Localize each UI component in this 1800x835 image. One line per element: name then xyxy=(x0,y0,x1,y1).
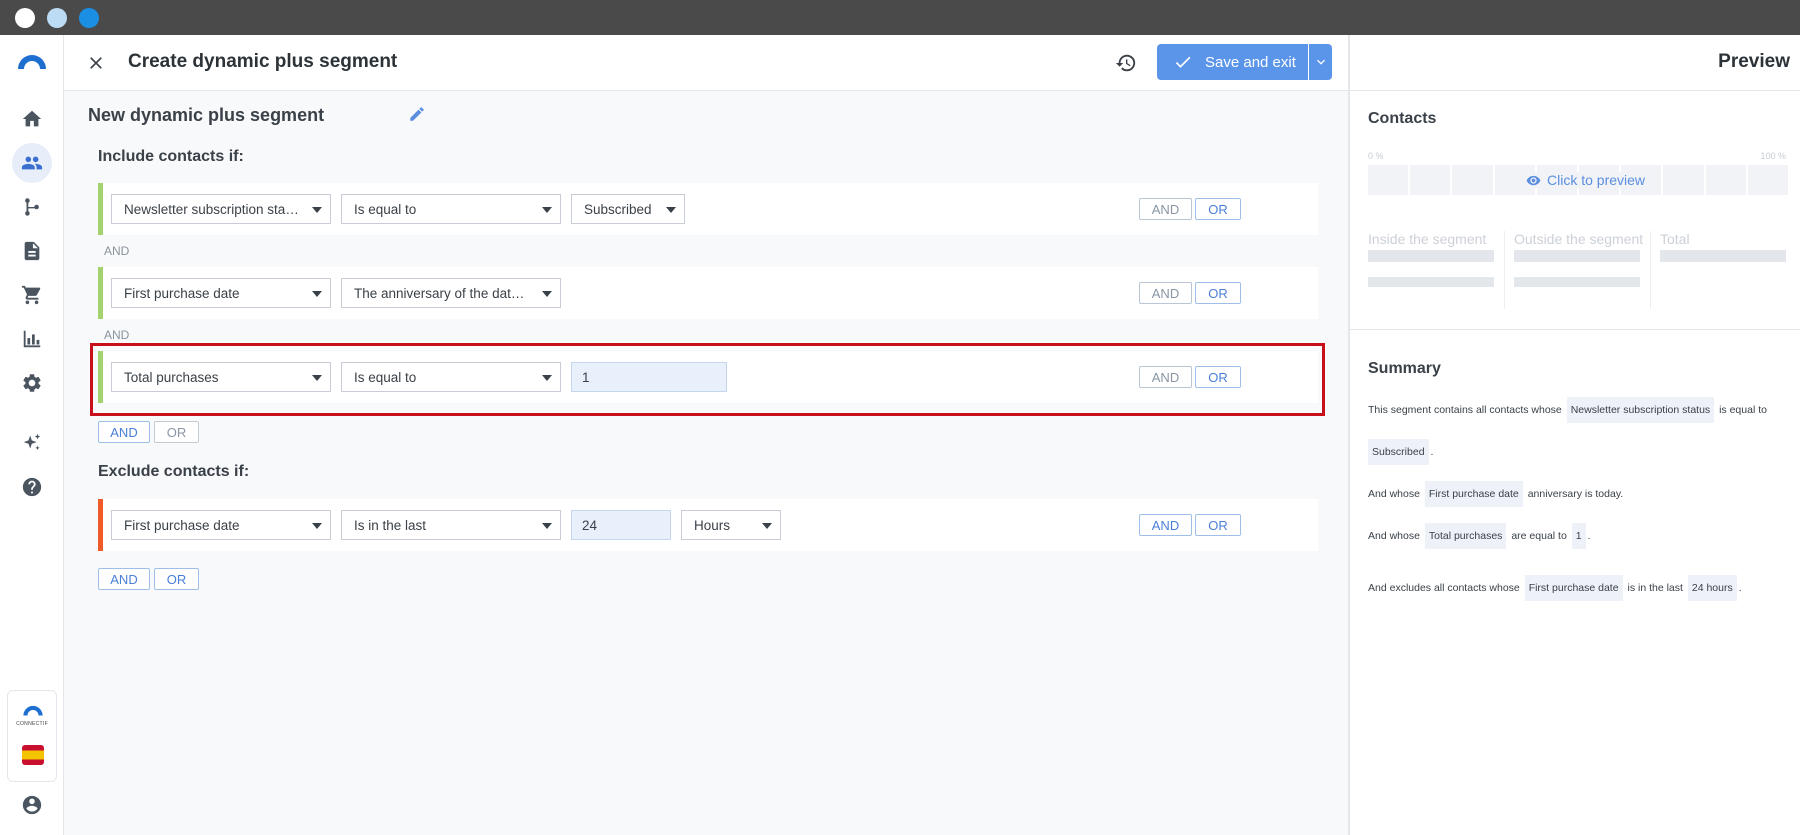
operator-select[interactable]: Is in the last xyxy=(341,510,561,540)
segment-editor: New dynamic plus segment Include contact… xyxy=(64,91,1348,835)
outside-placeholder xyxy=(1514,250,1640,262)
summary-tag: Subscribed xyxy=(1368,439,1429,465)
summary-line: And whose First purchase date anniversar… xyxy=(1368,481,1788,507)
sparkle-icon[interactable] xyxy=(12,423,52,463)
total-placeholder xyxy=(1660,250,1786,262)
edit-icon[interactable] xyxy=(408,105,428,125)
include-section-title: Include contacts if: xyxy=(98,148,244,165)
include-condition-row: First purchase date The anniversary of t… xyxy=(98,267,1318,319)
unit-select[interactable]: Hours xyxy=(681,510,781,540)
field-select[interactable]: Newsletter subscription status xyxy=(111,194,331,224)
content-icon[interactable] xyxy=(12,231,52,271)
inside-placeholder xyxy=(1368,277,1494,287)
operator-select[interactable]: Is equal to xyxy=(341,194,561,224)
summary-line: Subscribed. xyxy=(1368,439,1788,465)
preview-panel: Preview Contacts 0 % 100 % Click to prev… xyxy=(1348,35,1800,835)
operator-select[interactable]: The anniversary of the date is today xyxy=(341,278,561,308)
history-icon[interactable] xyxy=(1112,49,1140,77)
workflow-icon[interactable] xyxy=(12,187,52,227)
check-icon xyxy=(1175,56,1191,68)
or-button[interactable]: OR xyxy=(1195,514,1241,536)
include-or-button[interactable]: OR xyxy=(154,421,199,443)
chevron-down-icon xyxy=(1316,59,1325,65)
percent-min-label: 0 % xyxy=(1368,151,1384,161)
summary-tag: 24 hours xyxy=(1687,575,1737,601)
highlight-box xyxy=(90,343,1325,416)
save-button-label: Save and exit xyxy=(1205,53,1296,71)
outside-segment-label: Outside the segment xyxy=(1514,231,1644,247)
language-flag-icon[interactable] xyxy=(22,745,44,765)
and-separator: AND xyxy=(104,328,130,342)
exclude-section-title: Exclude contacts if: xyxy=(98,463,250,480)
page-title: Create dynamic plus segment xyxy=(128,51,398,72)
window-maximize-dot[interactable] xyxy=(79,8,99,28)
cart-icon[interactable] xyxy=(12,275,52,315)
home-icon[interactable] xyxy=(12,99,52,139)
summary-tag: 1 xyxy=(1571,523,1586,549)
contacts-title: Contacts xyxy=(1368,110,1437,127)
include-condition-row: Newsletter subscription status Is equal … xyxy=(98,183,1318,235)
value-input[interactable]: 24 xyxy=(571,510,671,540)
segment-name: New dynamic plus segment xyxy=(88,105,325,125)
save-options-dropdown[interactable] xyxy=(1309,44,1332,80)
help-icon[interactable] xyxy=(12,467,52,507)
window-close-dot[interactable] xyxy=(15,8,35,28)
field-select[interactable]: First purchase date xyxy=(111,510,331,540)
close-icon[interactable] xyxy=(82,49,110,77)
and-button[interactable]: AND xyxy=(1139,282,1192,304)
include-and-button[interactable]: AND xyxy=(98,421,150,443)
and-button[interactable]: AND xyxy=(1139,198,1192,220)
exclude-condition-row: First purchase date Is in the last 24 Ho… xyxy=(98,499,1318,551)
inside-placeholder xyxy=(1368,250,1494,262)
and-button[interactable]: AND xyxy=(1139,514,1192,536)
account-icon[interactable] xyxy=(12,785,52,825)
and-separator: AND xyxy=(104,244,130,258)
exclude-and-button[interactable]: AND xyxy=(98,568,150,590)
click-to-preview-label: Click to preview xyxy=(1547,172,1646,188)
click-to-preview-button[interactable]: Click to preview xyxy=(1520,172,1652,188)
save-and-exit-button[interactable]: Save and exit xyxy=(1157,44,1308,80)
total-label: Total xyxy=(1660,231,1690,247)
or-button[interactable]: OR xyxy=(1195,282,1241,304)
summary-line: And whose Total purchases are equal to 1… xyxy=(1368,523,1788,549)
analytics-icon[interactable] xyxy=(12,319,52,359)
exclude-or-button[interactable]: OR xyxy=(154,568,199,590)
inside-segment-label: Inside the segment xyxy=(1368,231,1487,247)
app-logo-icon[interactable] xyxy=(12,41,52,81)
editor-header: Create dynamic plus segment Save and exi… xyxy=(64,35,1348,91)
brand-text: CONNECTIF xyxy=(16,721,48,727)
field-select[interactable]: First purchase date xyxy=(111,278,331,308)
settings-icon[interactable] xyxy=(12,363,52,403)
brand-box: CONNECTIF xyxy=(7,690,57,782)
summary-line: This segment contains all contacts whose… xyxy=(1368,397,1788,423)
preview-header: Preview xyxy=(1350,35,1800,91)
summary-title: Summary xyxy=(1368,360,1441,377)
left-navigation: CONNECTIF xyxy=(0,35,64,835)
preview-title: Preview xyxy=(1718,51,1790,72)
summary-tag: First purchase date xyxy=(1424,481,1523,507)
summary-line: And excludes all contacts whose First pu… xyxy=(1368,575,1788,601)
brand-logo-icon xyxy=(23,705,43,716)
value-select[interactable]: Subscribed xyxy=(571,194,685,224)
eye-icon xyxy=(1526,175,1541,185)
summary-tag: Newsletter subscription status xyxy=(1566,397,1715,423)
contacts-icon[interactable] xyxy=(12,143,52,183)
window-titlebar xyxy=(0,0,1800,35)
or-button[interactable]: OR xyxy=(1195,198,1241,220)
summary-tag: Total purchases xyxy=(1424,523,1507,549)
summary-tag: First purchase date xyxy=(1524,575,1623,601)
outside-placeholder xyxy=(1514,277,1640,287)
percent-max-label: 100 % xyxy=(1760,151,1786,161)
window-minimize-dot[interactable] xyxy=(47,8,67,28)
